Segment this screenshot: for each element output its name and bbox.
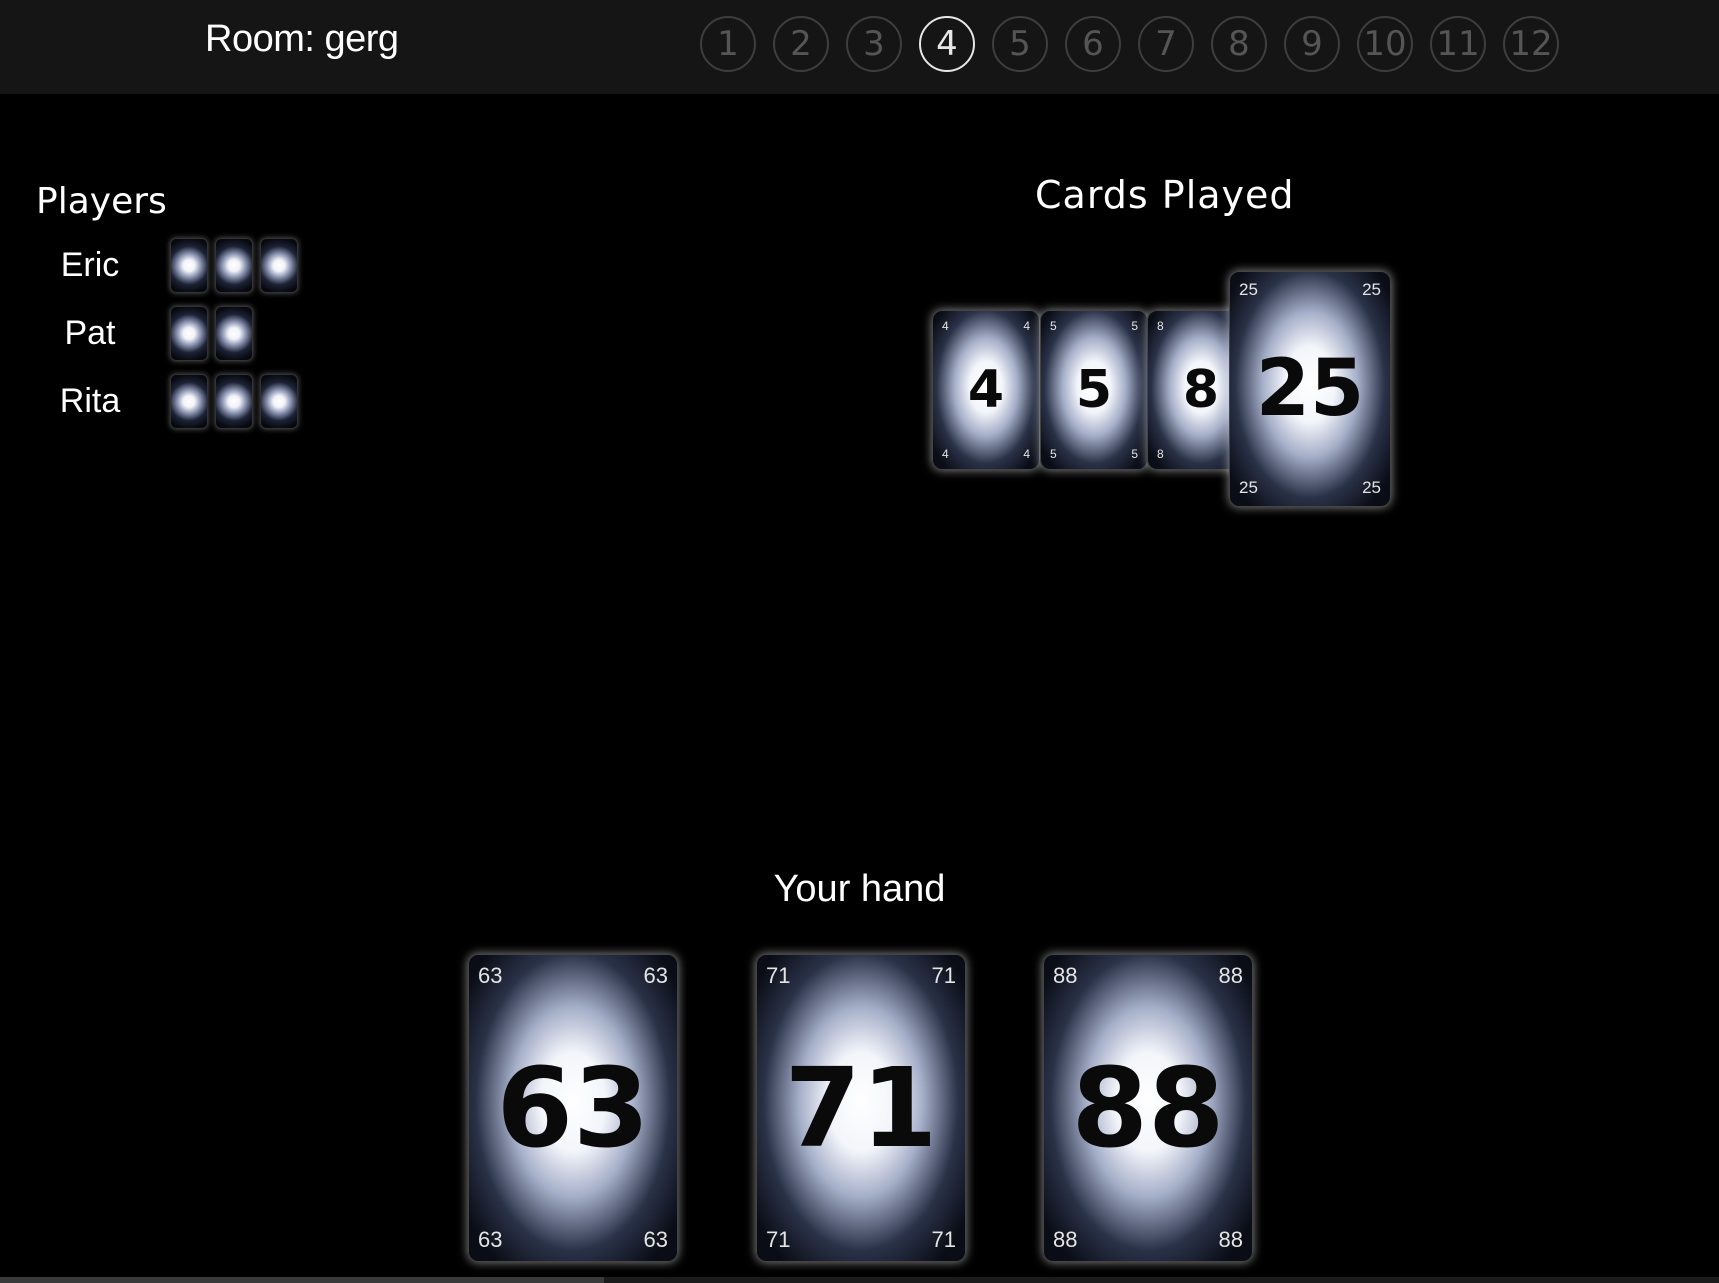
round-8-button[interactable]: 8 xyxy=(1211,16,1267,72)
played-card: 4 4 4 4 4 xyxy=(932,310,1040,470)
card-corner-value: 5 xyxy=(1050,447,1057,461)
face-down-card xyxy=(260,373,298,429)
card-value: 88 xyxy=(1071,1044,1225,1172)
played-card-latest: 25 25 25 25 25 xyxy=(1229,271,1391,507)
card-corner-value: 8 xyxy=(1157,447,1164,461)
card-corner-value: 25 xyxy=(1362,280,1381,299)
card-corner-value: 88 xyxy=(1218,1227,1243,1252)
card-corner-value: 71 xyxy=(931,1227,956,1252)
card-corner-value: 88 xyxy=(1053,963,1078,988)
round-4-button[interactable]: 4 xyxy=(919,16,975,72)
card-value: 4 xyxy=(967,360,1005,420)
card-corner-value: 88 xyxy=(1053,1227,1078,1252)
card-corner-value: 63 xyxy=(478,963,503,988)
player-card-count xyxy=(170,373,298,429)
card-corner-value: 71 xyxy=(766,963,791,988)
card-corner-value: 63 xyxy=(478,1227,503,1252)
round-10-button[interactable]: 10 xyxy=(1357,16,1413,72)
player-row-eric: Eric xyxy=(40,237,298,293)
card-corner-value: 63 xyxy=(643,1227,668,1252)
player-card-count xyxy=(170,305,253,361)
horizontal-scrollbar[interactable] xyxy=(0,1277,1719,1283)
round-9-button[interactable]: 9 xyxy=(1284,16,1340,72)
card-corner-value: 5 xyxy=(1131,319,1138,333)
face-down-card xyxy=(170,373,208,429)
face-down-card xyxy=(215,305,253,361)
player-card-count xyxy=(170,237,298,293)
round-6-button[interactable]: 6 xyxy=(1065,16,1121,72)
player-name: Pat xyxy=(64,313,116,352)
card-corner-value: 25 xyxy=(1362,478,1381,497)
card-value: 5 xyxy=(1075,360,1113,420)
card-value: 25 xyxy=(1255,344,1365,434)
player-row-pat: Pat xyxy=(40,305,253,361)
card-corner-value: 25 xyxy=(1239,478,1258,497)
player-name: Eric xyxy=(60,245,120,284)
card-corner-value: 4 xyxy=(942,319,949,333)
hand-card[interactable]: 71 71 71 71 71 xyxy=(756,954,966,1262)
hand-card[interactable]: 88 88 88 88 88 xyxy=(1043,954,1253,1262)
round-7-button[interactable]: 7 xyxy=(1138,16,1194,72)
round-2-button[interactable]: 2 xyxy=(773,16,829,72)
your-hand-title: Your hand xyxy=(773,868,946,910)
face-down-card xyxy=(215,373,253,429)
card-corner-value: 5 xyxy=(1050,319,1057,333)
player-name: Rita xyxy=(59,381,121,420)
round-5-button[interactable]: 5 xyxy=(992,16,1048,72)
card-corner-value: 4 xyxy=(942,447,949,461)
round-1-button[interactable]: 1 xyxy=(700,16,756,72)
card-value: 71 xyxy=(784,1044,938,1172)
card-corner-value: 71 xyxy=(766,1227,791,1252)
face-down-card xyxy=(170,305,208,361)
round-3-button[interactable]: 3 xyxy=(846,16,902,72)
face-down-card xyxy=(170,237,208,293)
hand-card[interactable]: 63 63 63 63 63 xyxy=(468,954,678,1262)
players-title: Players xyxy=(36,181,167,222)
cards-played-title: Cards Played xyxy=(1035,173,1295,217)
scrollbar-thumb[interactable] xyxy=(0,1277,604,1283)
card-corner-value: 63 xyxy=(643,963,668,988)
card-value: 63 xyxy=(496,1044,650,1172)
round-12-button[interactable]: 12 xyxy=(1503,16,1559,72)
card-corner-value: 71 xyxy=(931,963,956,988)
card-corner-value: 4 xyxy=(1023,447,1030,461)
played-card: 5 5 5 5 5 xyxy=(1040,310,1148,470)
room-title: Room: gerg xyxy=(205,18,399,60)
card-corner-value: 88 xyxy=(1218,963,1243,988)
face-down-card xyxy=(260,237,298,293)
player-row-rita: Rita xyxy=(40,373,298,429)
card-corner-value: 4 xyxy=(1023,319,1030,333)
top-bar: Room: gerg 1 2 3 4 5 6 7 8 9 10 11 12 xyxy=(0,0,1719,94)
card-corner-value: 5 xyxy=(1131,447,1138,461)
round-11-button[interactable]: 11 xyxy=(1430,16,1486,72)
card-corner-value: 8 xyxy=(1157,319,1164,333)
face-down-card xyxy=(215,237,253,293)
card-corner-value: 25 xyxy=(1239,280,1258,299)
round-selector: 1 2 3 4 5 6 7 8 9 10 11 12 xyxy=(700,16,1559,72)
